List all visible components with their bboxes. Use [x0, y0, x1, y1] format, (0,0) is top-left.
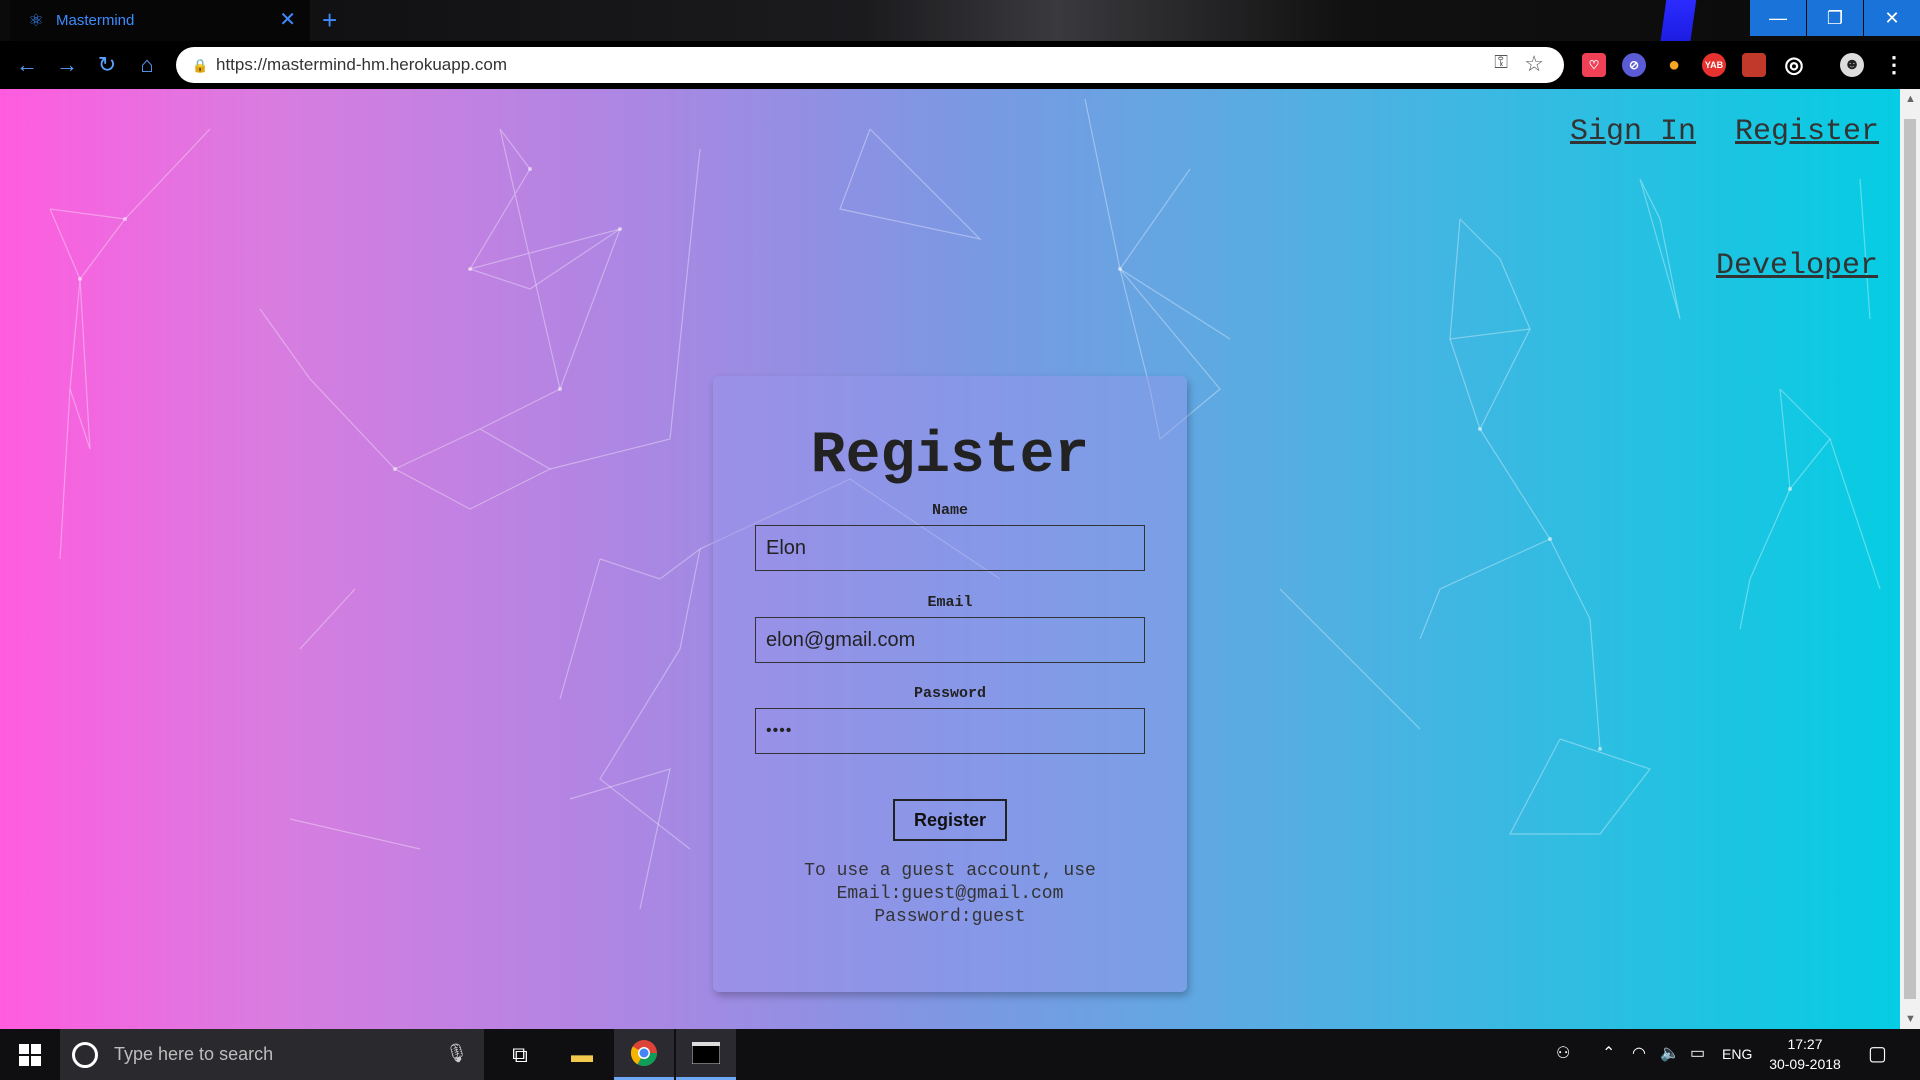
- lock-icon: 🔒: [192, 58, 209, 73]
- bookmark-icon[interactable]: [1742, 53, 1766, 77]
- cortana-icon[interactable]: [72, 1041, 98, 1068]
- key-icon[interactable]: ⚿: [1494, 52, 1508, 73]
- scroll-down-icon[interactable]: ▼: [1905, 1013, 1916, 1025]
- register-link[interactable]: Register: [1735, 115, 1879, 149]
- clock-time: 17:27: [1787, 1036, 1823, 1052]
- page-viewport: Sign In Register Developer Register Name…: [0, 89, 1900, 1029]
- terminal-icon[interactable]: [676, 1029, 736, 1080]
- developer-link[interactable]: Developer: [1716, 249, 1878, 283]
- name-label: Name: [931, 502, 968, 519]
- back-icon[interactable]: ←: [14, 52, 40, 78]
- reload-icon[interactable]: ↻: [94, 52, 120, 78]
- menu-icon[interactable]: ⋮: [1882, 52, 1906, 77]
- browser-titlebar: ⚛ Mastermind ✕ + — ❐ ✕: [0, 0, 1920, 89]
- clock-date: 30-09-2018: [1769, 1056, 1841, 1072]
- search-placeholder: Type here to search: [114, 1044, 274, 1064]
- profile-icon[interactable]: ☻: [1840, 53, 1864, 77]
- email-input[interactable]: elon@gmail.com: [755, 617, 1145, 663]
- wifi-icon[interactable]: ◠: [1632, 1043, 1646, 1063]
- block-icon[interactable]: ⊘: [1622, 53, 1646, 77]
- scrollbar-thumb[interactable]: [1904, 119, 1916, 999]
- bookmark-star-icon[interactable]: ☆: [1524, 51, 1544, 77]
- system-clock[interactable]: 17:27 30-09-2018: [1760, 1034, 1850, 1074]
- taskbar-search-box[interactable]: Type here to search 🎙: [60, 1029, 484, 1080]
- register-button[interactable]: Register: [893, 799, 1007, 841]
- pocket-icon[interactable]: ♡: [1582, 53, 1606, 77]
- volume-icon[interactable]: 🔈: [1660, 1043, 1680, 1063]
- page-title: Register: [810, 424, 1090, 489]
- battery-icon[interactable]: ▭: [1690, 1043, 1705, 1063]
- guest-email-line: Email:guest@gmail.com: [836, 884, 1064, 904]
- page-scrollbar[interactable]: ▲ ▼: [1900, 89, 1920, 1029]
- react-icon: ⚛: [28, 10, 44, 30]
- bulb-icon[interactable]: ●: [1662, 53, 1686, 77]
- tray-chevron-icon[interactable]: ⌃: [1602, 1043, 1615, 1063]
- action-center-icon[interactable]: ▢: [1868, 1041, 1887, 1066]
- forward-icon[interactable]: →: [54, 52, 80, 78]
- browser-tab[interactable]: ⚛ Mastermind ✕: [10, 0, 310, 41]
- microphone-icon[interactable]: 🎙: [445, 1043, 468, 1064]
- yab-icon[interactable]: YAB: [1702, 53, 1726, 77]
- email-label: Email: [927, 594, 973, 611]
- name-input[interactable]: Elon: [755, 525, 1145, 571]
- guest-info-line: To use a guest account, use: [804, 861, 1096, 881]
- sign-in-link[interactable]: Sign In: [1570, 115, 1696, 149]
- windows-start-icon[interactable]: [0, 1029, 60, 1080]
- people-icon[interactable]: ⚇: [1556, 1043, 1570, 1063]
- chrome-icon[interactable]: [614, 1029, 674, 1080]
- language-indicator[interactable]: ENG: [1722, 1046, 1752, 1062]
- address-bar[interactable]: 🔒 https://mastermind-hm.herokuapp.com ⚿ …: [176, 47, 1564, 83]
- scroll-up-icon[interactable]: ▲: [1905, 93, 1916, 105]
- new-tab-button[interactable]: +: [322, 6, 337, 34]
- password-input[interactable]: ••••: [755, 708, 1145, 754]
- guest-account-info: To use a guest account, use Email:guest@…: [713, 860, 1187, 929]
- target-icon[interactable]: ◎: [1782, 52, 1806, 77]
- close-window-button[interactable]: ✕: [1864, 0, 1920, 36]
- minimize-button[interactable]: —: [1750, 0, 1806, 36]
- register-card: Register Name Elon Email elon@gmail.com …: [713, 376, 1187, 992]
- password-label: Password: [913, 685, 986, 702]
- home-icon[interactable]: ⌂: [134, 52, 160, 78]
- tab-title: Mastermind: [56, 12, 135, 29]
- tab-close-icon[interactable]: ✕: [279, 9, 296, 31]
- guest-password-line: Password:guest: [874, 907, 1026, 927]
- restore-button[interactable]: ❐: [1807, 0, 1863, 36]
- url-text[interactable]: https://mastermind-hm.herokuapp.com: [216, 55, 507, 75]
- windows-taskbar: Type here to search 🎙 ⧉ ▬ ⚇ ⌃ ◠ 🔈 ▭ ENG …: [0, 1029, 1920, 1080]
- task-view-icon[interactable]: ⧉: [490, 1029, 550, 1080]
- file-explorer-icon[interactable]: ▬: [552, 1029, 612, 1080]
- browser-toolbar: ← → ↻ ⌂ 🔒 https://mastermind-hm.herokuap…: [0, 41, 1920, 89]
